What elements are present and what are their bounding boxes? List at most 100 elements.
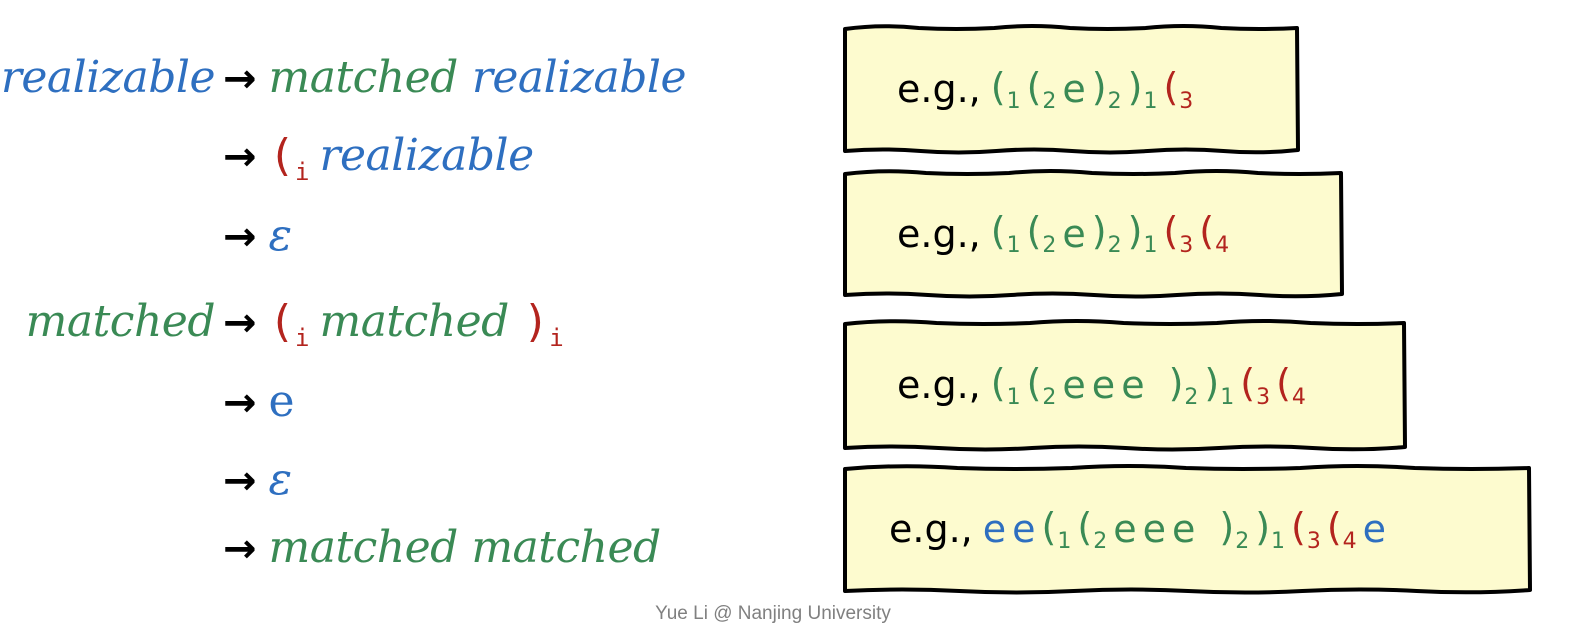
token-index: 1 (1271, 528, 1286, 554)
production-alternative: → (i matched)i (223, 292, 574, 352)
return-paren-token: )2 (1168, 360, 1199, 410)
production-alternative: → matched matched (223, 518, 675, 578)
return-paren-token: )2 (1091, 64, 1122, 114)
return-paren-token: )2 (1091, 209, 1122, 258)
token-index: 3 (1179, 233, 1194, 258)
example-box: e.g., e e (1 (2 e e e)2)1 (3 (4 e (843, 464, 1532, 595)
edge-token: e (1062, 211, 1086, 256)
token-index: 2 (1107, 88, 1122, 114)
return-paren-token: )2 (1219, 504, 1250, 554)
call-paren-token: (3 (1163, 209, 1194, 258)
call-paren-token: (4 (1199, 209, 1230, 258)
paren-glyph: ( (268, 130, 296, 181)
return-paren-token: )1 (1255, 504, 1286, 554)
paren-index: i (295, 324, 310, 352)
arrow-icon: → (223, 56, 257, 102)
token-index: 1 (1143, 233, 1158, 258)
production-alternative: → matched realizable (223, 48, 700, 108)
token-index: 2 (1042, 88, 1057, 114)
token-index: 3 (1179, 88, 1194, 114)
call-paren-token: (1 (990, 360, 1021, 410)
open-paren-symbol: (i (268, 296, 320, 352)
token-index: 4 (1342, 528, 1357, 554)
arrow-icon: → (223, 134, 257, 180)
return-paren-token: )1 (1127, 209, 1158, 258)
paren-glyph: ( (268, 296, 296, 347)
rule-lhs: realizable (0, 48, 216, 108)
edge-token: e (1062, 363, 1086, 407)
edge-token: e (1012, 507, 1036, 551)
example-label: e.g., (897, 363, 981, 407)
terminal-symbol: e (268, 376, 295, 427)
call-paren-token: (2 (1026, 209, 1057, 258)
token-index: 4 (1215, 233, 1230, 258)
open-paren-symbol: (i (268, 130, 320, 186)
return-paren-token: )1 (1204, 360, 1235, 410)
example-label: e.g., (897, 67, 981, 111)
arrow-icon: → (223, 526, 257, 572)
token-index: 1 (1006, 233, 1021, 258)
nonterminal-realizable: realizable (0, 52, 216, 103)
edge-token: e (982, 507, 1007, 551)
token-index: 1 (1143, 88, 1158, 114)
nonterminal-matched: matched (25, 296, 216, 347)
call-paren-token: (2 (1026, 360, 1057, 410)
footer-credit: Yue Li @ Nanjing University (655, 603, 891, 624)
production-alternative: → ε (223, 450, 292, 510)
production-alternative: → e (223, 372, 295, 432)
epsilon-symbol: ε (268, 210, 293, 261)
call-paren-token: (2 (1077, 504, 1108, 554)
nonterminal: matched (268, 52, 459, 103)
call-paren-token: (1 (990, 209, 1021, 258)
paren-index: i (295, 158, 310, 186)
example-sequence: e.g., (1 (2 e e e)2)1 (3 (4 (897, 320, 1312, 450)
token-index: 3 (1306, 528, 1321, 554)
token-index: 2 (1042, 233, 1057, 258)
grammar-rules: realizable → matched realizable → (i realizabl… (0, 0, 800, 600)
token-index: 3 (1256, 384, 1271, 410)
call-paren-token: (3 (1240, 360, 1271, 410)
call-paren-token: (3 (1291, 504, 1321, 554)
close-paren-symbol: )i (522, 296, 574, 352)
call-paren-token: (1 (1041, 504, 1072, 554)
arrow-icon: → (223, 380, 257, 426)
arrow-icon: → (223, 300, 257, 346)
token-index: 1 (1006, 88, 1021, 114)
example-sequence: e.g., (1 (2 e)2)1 (3 (4 (897, 170, 1235, 297)
example-label: e.g., (889, 507, 973, 551)
call-paren-token: (2 (1026, 64, 1057, 114)
edge-token: e (1062, 67, 1086, 111)
token-index: 2 (1107, 233, 1122, 258)
edge-token: e (1171, 507, 1196, 551)
call-paren-token: (4 (1276, 360, 1306, 410)
edge-token: e (1091, 363, 1116, 407)
arrow-icon: → (223, 458, 257, 504)
token-index: 2 (1184, 384, 1199, 410)
nonterminal: matched (319, 296, 509, 347)
call-paren-token: (1 (990, 64, 1021, 114)
example-sequence: e.g., (1 (2 e)2)1 (3 (897, 25, 1199, 153)
edge-token: e (1113, 507, 1137, 551)
nonterminal: realizable (471, 52, 687, 103)
token-index: 2 (1093, 528, 1108, 554)
edge-token: e (1142, 507, 1166, 551)
token-index: 1 (1006, 384, 1021, 410)
token-index: 4 (1291, 384, 1306, 410)
edge-token: e (1362, 507, 1387, 551)
example-box: e.g., (1 (2 e)2)1 (3 (4 (843, 169, 1344, 299)
edge-token: e (1121, 363, 1145, 407)
example-sequence: e.g., e e (1 (2 e e e)2)1 (3 (4 e (889, 465, 1392, 593)
paren-glyph: ) (522, 296, 550, 347)
call-paren-token: (4 (1326, 504, 1357, 554)
call-paren-token: (3 (1163, 64, 1194, 114)
nonterminal: matched matched (268, 522, 662, 573)
token-index: 1 (1220, 384, 1235, 410)
production-alternative: → ε (223, 206, 292, 266)
paren-index: i (549, 324, 564, 352)
production-alternative: → (i realizable (223, 126, 548, 186)
arrow-icon: → (223, 214, 257, 260)
return-paren-token: )1 (1127, 64, 1158, 114)
example-box: e.g., (1 (2 e)2)1 (3 (843, 24, 1300, 155)
nonterminal: realizable (319, 130, 534, 181)
example-box: e.g., (1 (2 e e e)2)1 (3 (4 (843, 319, 1407, 452)
